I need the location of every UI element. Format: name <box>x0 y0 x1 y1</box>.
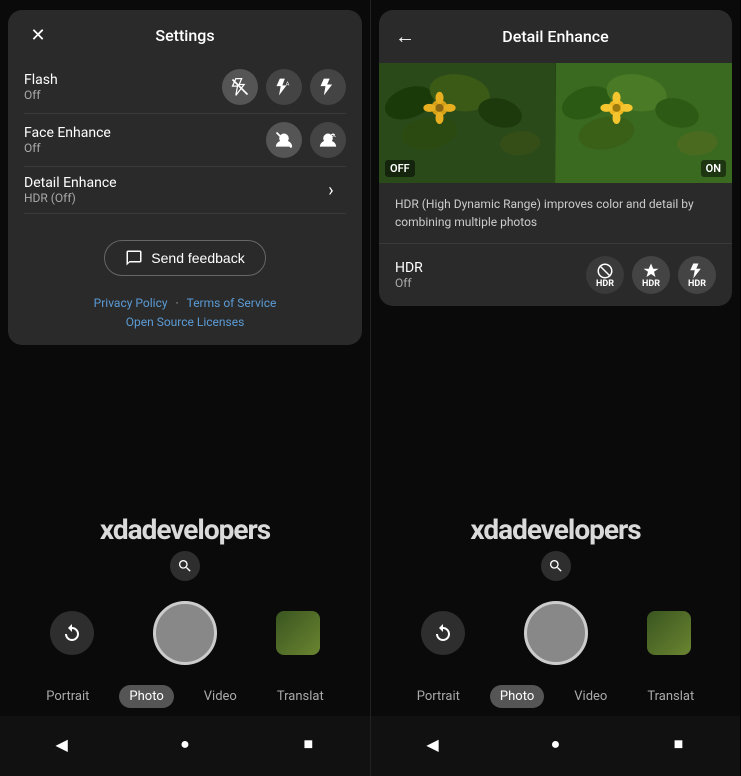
face-enhance-name: Face Enhance <box>24 125 111 141</box>
hdr-auto-btn[interactable]: HDR <box>632 256 670 294</box>
camera-controls-left <box>0 589 370 677</box>
flash-value: Off <box>24 88 58 102</box>
flash-label: Flash Off <box>24 72 58 102</box>
detail-enhance-label: Detail Enhance HDR (Off) <box>24 175 117 205</box>
feedback-label: Send feedback <box>151 250 244 266</box>
flash-icons: A <box>222 69 346 105</box>
mode-photo-right[interactable]: Photo <box>490 685 544 708</box>
rotate-camera-btn-right[interactable] <box>421 611 465 655</box>
terms-link[interactable]: Terms of Service <box>187 296 277 310</box>
home-nav-left[interactable]: ● <box>167 726 203 762</box>
mode-portrait-left[interactable]: Portrait <box>36 685 99 708</box>
close-button[interactable]: ✕ <box>24 22 52 50</box>
flash-auto-icon[interactable]: A <box>266 69 302 105</box>
comparison-image: OFF <box>379 63 732 183</box>
comparison-image-inner: OFF <box>379 63 732 183</box>
nav-bar-right: ◀ ● ■ <box>371 716 740 776</box>
hdr-icons: HDR HDR HDR <box>586 256 716 294</box>
mode-video-left[interactable]: Video <box>194 685 247 708</box>
detail-enhance-panel: ← Detail Enhance <box>379 10 732 306</box>
mode-photo-left[interactable]: Photo <box>119 685 173 708</box>
face-enhance-value: Off <box>24 141 111 155</box>
mode-translat-left[interactable]: Translat <box>267 685 334 708</box>
back-nav-right[interactable]: ◀ <box>415 726 451 762</box>
detail-enhance-value: HDR (Off) <box>24 191 117 205</box>
settings-overlay: ✕ Settings Flash Off A <box>8 10 362 345</box>
shutter-button-right[interactable] <box>524 601 588 665</box>
link-divider: · <box>176 296 179 310</box>
face-enhance-icons <box>266 122 346 158</box>
face-enhance-label: Face Enhance Off <box>24 125 111 155</box>
camera-bottom-left: Portrait Photo Video Translat ◀ ● ■ <box>0 543 370 776</box>
settings-links: Privacy Policy · Terms of Service Open S… <box>24 286 346 329</box>
detail-enhance-name: Detail Enhance <box>24 175 117 191</box>
flash-off-icon[interactable] <box>222 69 258 105</box>
mode-portrait-right[interactable]: Portrait <box>407 685 470 708</box>
hdr-off-btn[interactable]: HDR <box>586 256 624 294</box>
zoom-area-left <box>0 543 370 589</box>
face-enhance-off-icon[interactable] <box>266 122 302 158</box>
face-enhance-row: Face Enhance Off <box>24 114 346 167</box>
image-on: ON <box>556 63 733 183</box>
zoom-area-right <box>371 543 740 589</box>
shutter-button-left[interactable] <box>153 601 217 665</box>
mode-translat-right[interactable]: Translat <box>637 685 704 708</box>
back-button-right[interactable]: ← <box>395 24 415 49</box>
recent-nav-right[interactable]: ■ <box>661 726 697 762</box>
settings-title: Settings <box>155 26 214 45</box>
privacy-policy-link[interactable]: Privacy Policy <box>94 296 168 310</box>
hdr-section: HDR Off HDR HDR <box>379 244 732 306</box>
on-label: ON <box>701 160 726 177</box>
open-source-link[interactable]: Open Source Licenses <box>24 315 346 329</box>
off-label: OFF <box>385 160 415 177</box>
hdr-on-btn[interactable]: HDR <box>678 256 716 294</box>
camera-bottom-right: Portrait Photo Video Translat ◀ ● ■ <box>371 543 740 776</box>
face-enhance-on-icon[interactable] <box>310 122 346 158</box>
flash-setting-row: Flash Off A <box>24 61 346 114</box>
hdr-label: HDR Off <box>395 260 423 290</box>
nav-bar-left: ◀ ● ■ <box>0 716 370 776</box>
flash-on-icon[interactable] <box>310 69 346 105</box>
zoom-icon-right[interactable] <box>541 551 571 581</box>
left-phone-panel: ✕ Settings Flash Off A <box>0 0 370 776</box>
right-phone-panel: ← Detail Enhance <box>370 0 740 776</box>
hdr-description: HDR (High Dynamic Range) improves color … <box>379 183 732 244</box>
hdr-name: HDR <box>395 260 423 276</box>
back-nav-left[interactable]: ◀ <box>44 726 80 762</box>
detail-enhance-title: Detail Enhance <box>427 27 684 46</box>
zoom-icon-left[interactable] <box>170 551 200 581</box>
camera-modes-left: Portrait Photo Video Translat <box>0 677 370 716</box>
detail-enhance-header: ← Detail Enhance <box>379 10 732 63</box>
settings-header: ✕ Settings <box>24 26 346 45</box>
image-off: OFF <box>379 63 556 183</box>
camera-modes-right: Portrait Photo Video Translat <box>371 677 740 716</box>
detail-enhance-row: Detail Enhance HDR (Off) › <box>24 167 346 214</box>
home-nav-right[interactable]: ● <box>538 726 574 762</box>
rotate-camera-btn-left[interactable] <box>50 611 94 655</box>
detail-enhance-chevron[interactable]: › <box>316 175 346 205</box>
thumbnail-right[interactable] <box>647 611 691 655</box>
svg-text:A: A <box>286 81 290 87</box>
hdr-value: Off <box>395 276 423 290</box>
feedback-icon <box>125 249 143 267</box>
camera-controls-right <box>371 589 740 677</box>
send-feedback-button[interactable]: Send feedback <box>104 240 265 276</box>
thumbnail-left[interactable] <box>276 611 320 655</box>
mode-video-right[interactable]: Video <box>564 685 617 708</box>
flash-name: Flash <box>24 72 58 88</box>
recent-nav-left[interactable]: ■ <box>290 726 326 762</box>
